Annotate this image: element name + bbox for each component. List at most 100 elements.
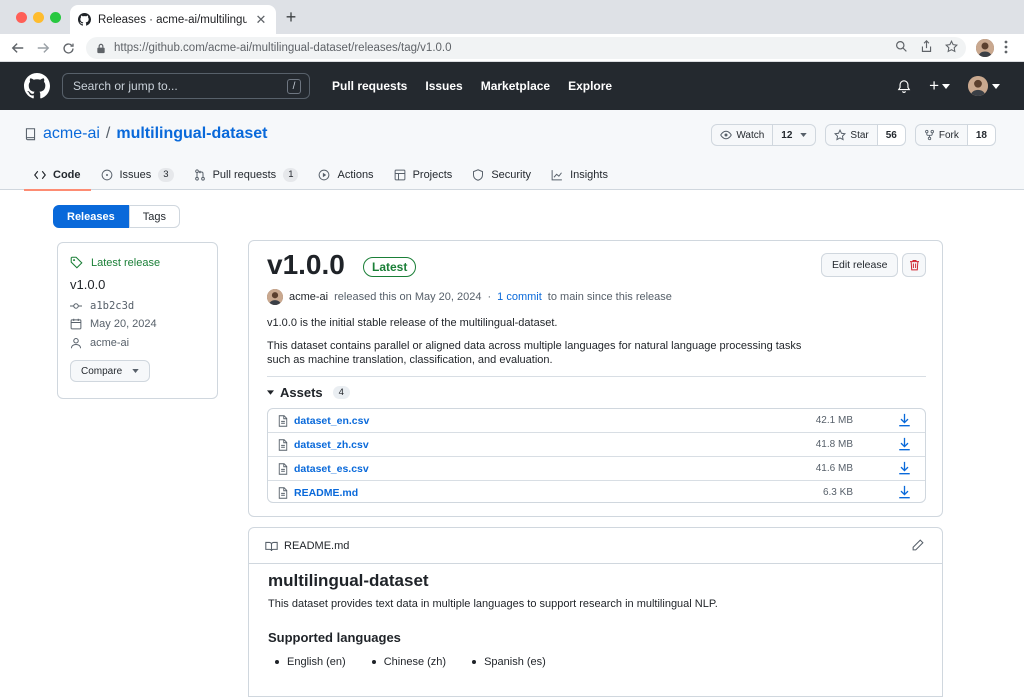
site-info-icon[interactable] [96, 43, 106, 54]
readme-filename: README.md [284, 540, 350, 552]
caret-down-icon [992, 83, 1000, 89]
asset-size: 41.8 MB [815, 439, 853, 450]
notifications-bell-icon[interactable] [897, 79, 911, 94]
pull-request-icon [194, 169, 205, 181]
tab-pull-requests[interactable]: Pull requests 1 [184, 160, 309, 190]
repo-owner-link[interactable]: acme-ai [43, 125, 100, 143]
fork-label: Fork [938, 129, 959, 141]
sidebar-author[interactable]: acme-ai [70, 337, 129, 349]
tab-security[interactable]: Security [462, 160, 541, 190]
tab-issues[interactable]: Issues 3 [91, 160, 184, 190]
nav-marketplace[interactable]: Marketplace [481, 79, 550, 93]
repo-icon [24, 127, 37, 141]
address-bar[interactable]: https://github.com/acme-ai/multilingual-… [86, 37, 966, 59]
asset-link[interactable]: dataset_zh.csv [294, 439, 369, 451]
forward-arrow-icon[interactable] [35, 40, 51, 56]
compare-dropdown[interactable]: Compare [70, 360, 151, 382]
maximize-window-button[interactable] [50, 12, 61, 23]
nav-explore[interactable]: Explore [568, 79, 612, 93]
download-icon[interactable] [898, 461, 911, 475]
assets-count: 4 [332, 386, 350, 399]
file-icon [278, 463, 288, 475]
sidebar-commit[interactable]: a1b2c3d [70, 300, 134, 312]
user-menu-dropdown[interactable] [968, 76, 1000, 96]
github-header: Search or jump to... / Pull requests Iss… [0, 62, 1024, 110]
shield-icon [473, 169, 484, 181]
latest-badge: Latest [363, 257, 417, 277]
tab-label: Insights [570, 169, 608, 181]
commit-count-link[interactable]: 1 commit [497, 291, 542, 303]
tab-label: Pull requests [212, 169, 277, 181]
asset-link[interactable]: dataset_en.csv [294, 415, 369, 427]
commit-icon [70, 303, 82, 309]
repo-action-buttons: Watch 12 Star 56 Fork 18 [711, 124, 996, 146]
reload-icon[interactable] [60, 40, 76, 56]
nav-issues[interactable]: Issues [425, 79, 462, 93]
assets-list: dataset_en.csv 42.1 MB dataset_zh.csv 41… [267, 408, 926, 503]
tab-title: Releases · acme-ai/multilingual-dataset [98, 13, 247, 26]
book-icon [265, 541, 278, 551]
tab-close-icon[interactable]: ✕ [254, 12, 268, 27]
tab-projects[interactable]: Projects [384, 160, 463, 190]
readme-title: multilingual-dataset [268, 571, 429, 590]
tab-label: Code [53, 169, 81, 181]
nav-pull-requests[interactable]: Pull requests [332, 79, 407, 93]
release-author-link[interactable]: acme-ai [289, 291, 328, 303]
commit-sha: a1b2c3d [90, 300, 135, 312]
close-window-button[interactable] [16, 12, 27, 23]
repo-tabs: Code Issues 3 Pull requests 1 Actions Pr… [24, 160, 618, 191]
releases-button[interactable]: Releases [53, 205, 129, 228]
assets-label: Assets [280, 385, 323, 400]
readme-section-title: Supported languages [268, 630, 401, 645]
minimize-window-button[interactable] [33, 12, 44, 23]
global-nav: Pull requests Issues Marketplace Explore [332, 62, 612, 110]
edit-release-button[interactable]: Edit release [821, 253, 899, 277]
download-icon[interactable] [898, 437, 911, 451]
repo-header: acme-ai / multilingual-dataset Watch 12 … [0, 110, 1024, 191]
new-tab-button[interactable]: + [283, 8, 299, 26]
github-favicon-icon [78, 13, 91, 26]
watch-count: 12 [781, 129, 793, 141]
sidebar-version[interactable]: v1.0.0 [70, 277, 105, 292]
fork-button[interactable]: Fork 18 [914, 124, 996, 146]
watch-button[interactable]: Watch 12 [711, 124, 817, 146]
asset-link[interactable]: README.md [294, 487, 358, 499]
file-icon [278, 487, 288, 499]
download-icon[interactable] [898, 485, 911, 499]
zoom-icon[interactable] [895, 40, 908, 53]
download-icon[interactable] [898, 413, 911, 427]
list-item: Chinese (zh) [372, 656, 446, 668]
repo-separator: / [105, 125, 111, 142]
tab-label: Actions [337, 169, 374, 181]
create-new-dropdown[interactable]: + [929, 77, 950, 94]
asset-link[interactable]: dataset_es.csv [294, 463, 369, 475]
latest-release-label: Latest release [70, 256, 160, 269]
tab-code[interactable]: Code [24, 160, 91, 191]
caret-down-icon [942, 83, 950, 89]
share-icon[interactable] [920, 40, 933, 53]
file-icon [278, 439, 288, 451]
bookmark-star-icon[interactable] [945, 40, 958, 53]
assets-toggle[interactable]: Assets 4 [267, 385, 350, 400]
browser-chrome: Releases · acme-ai/multilingual-dataset … [0, 0, 1024, 62]
back-arrow-icon[interactable] [10, 40, 26, 56]
github-logo-icon[interactable] [24, 73, 50, 99]
tab-counter: 3 [158, 168, 174, 182]
pencil-icon[interactable] [912, 539, 924, 551]
global-search-input[interactable]: Search or jump to... / [62, 73, 310, 99]
tab-insights[interactable]: Insights [541, 160, 618, 190]
tags-button[interactable]: Tags [128, 205, 180, 228]
calendar-icon [70, 318, 82, 330]
watch-label: Watch [736, 129, 765, 141]
delete-release-button[interactable] [902, 253, 926, 277]
repo-name-link[interactable]: multilingual-dataset [116, 125, 267, 143]
tab-actions[interactable]: Actions [308, 160, 383, 190]
browser-profile-avatar[interactable] [976, 39, 994, 57]
release-version-title[interactable]: v1.0.0 [267, 249, 345, 281]
browser-menu-icon[interactable] [1004, 40, 1008, 54]
readme-header: README.md [249, 528, 942, 564]
browser-tab[interactable]: Releases · acme-ai/multilingual-dataset … [70, 5, 276, 34]
author-avatar[interactable] [267, 289, 283, 305]
star-button[interactable]: Star 56 [825, 124, 906, 146]
search-placeholder: Search or jump to... [73, 79, 178, 93]
